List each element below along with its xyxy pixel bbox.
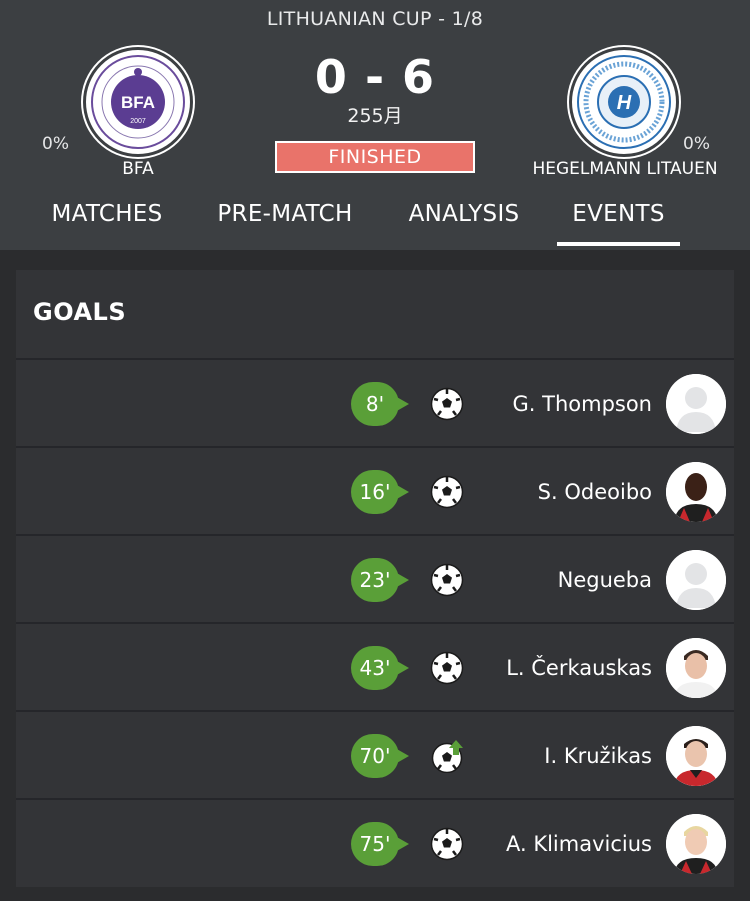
goal-scorer-name[interactable]: L. Čerkauskas: [506, 624, 652, 712]
goal-minute-badge: 70': [351, 734, 413, 778]
tab-label: MATCHES: [51, 201, 163, 227]
hegelmann-crest-icon: H: [577, 55, 671, 149]
home-team-crest[interactable]: BFA 2007: [86, 50, 190, 154]
goal-minute-badge: 23': [351, 558, 413, 602]
home-team-name[interactable]: BFA: [100, 159, 176, 179]
football-icon: [430, 651, 464, 685]
player-avatar[interactable]: [666, 814, 726, 874]
goal-minute-badge: 75': [351, 822, 413, 866]
tab-events[interactable]: EVENTS: [557, 196, 680, 250]
goal-minute: 16': [359, 480, 391, 504]
player-avatar[interactable]: [666, 550, 726, 610]
goal-scorer-name[interactable]: A. Klimavicius: [506, 800, 652, 888]
football-icon: [430, 827, 464, 861]
player-avatar[interactable]: [666, 726, 726, 786]
football-icon: [430, 475, 464, 509]
player-avatar[interactable]: [666, 462, 726, 522]
goal-minute: 23': [359, 568, 391, 592]
tab-label: EVENTS: [572, 201, 665, 227]
tab-analysis[interactable]: ANALYSIS: [395, 196, 533, 250]
tab-label: PRE-MATCH: [217, 201, 353, 227]
away-team-crest[interactable]: H: [572, 50, 676, 154]
away-win-percent: 0%: [683, 134, 710, 154]
football-icon: [430, 387, 464, 421]
football-assist-icon: [430, 739, 464, 773]
goal-scorer-name[interactable]: I. Kružikas: [544, 712, 652, 800]
match-status-badge: FINISHED: [275, 141, 475, 173]
away-team-name[interactable]: HEGELMANN LITAUEN: [510, 159, 740, 179]
goal-row[interactable]: 75' A. Klimavicius: [16, 798, 734, 886]
goal-row[interactable]: 43' L. Čerkauskas: [16, 622, 734, 710]
goal-row[interactable]: 8' G. Thompson: [16, 358, 734, 446]
home-win-percent: 0%: [42, 134, 69, 154]
bfa-crest-icon: BFA 2007: [91, 55, 185, 149]
goal-row[interactable]: 16' S. Odeoibo: [16, 446, 734, 534]
goal-scorer-name[interactable]: G. Thompson: [513, 360, 653, 448]
football-icon: [430, 563, 464, 597]
hegelmann-crest-letter: H: [617, 92, 632, 114]
active-tab-indicator: [557, 242, 680, 246]
goals-card: GOALS 8' G. Thompson 16' S. Odeoibo 23' …: [16, 270, 734, 887]
goal-scorer-name[interactable]: Negueba: [558, 536, 652, 624]
goal-minute: 8': [365, 392, 385, 416]
match-header: LITHUANIAN CUP - 1/8 BFA 2007 0% BFA 0 -…: [0, 0, 750, 250]
bfa-crest-year: 2007: [130, 118, 146, 125]
match-score: 0 - 6: [314, 50, 436, 104]
goal-minute: 43': [359, 656, 391, 680]
match-tabs: MATCHES PRE-MATCH ANALYSIS EVENTS: [0, 196, 750, 250]
tab-label: ANALYSIS: [408, 201, 520, 227]
goal-minute: 70': [359, 744, 391, 768]
competition-title: LITHUANIAN CUP - 1/8: [266, 8, 484, 30]
goal-row[interactable]: 23' Negueba: [16, 534, 734, 622]
tab-matches[interactable]: MATCHES: [40, 196, 174, 250]
goal-minute: 75': [359, 832, 391, 856]
goal-minute-badge: 8': [351, 382, 413, 426]
tab-pre-match[interactable]: PRE-MATCH: [205, 196, 365, 250]
player-avatar[interactable]: [666, 374, 726, 434]
goal-row[interactable]: 70' I. Kružikas: [16, 710, 734, 798]
goal-scorer-name[interactable]: S. Odeoibo: [538, 448, 652, 536]
player-avatar[interactable]: [666, 638, 726, 698]
goals-title: GOALS: [33, 298, 127, 326]
match-date: 255月: [347, 105, 403, 127]
bfa-crest-text: BFA: [121, 93, 155, 112]
goal-minute-badge: 16': [351, 470, 413, 514]
goal-minute-badge: 43': [351, 646, 413, 690]
